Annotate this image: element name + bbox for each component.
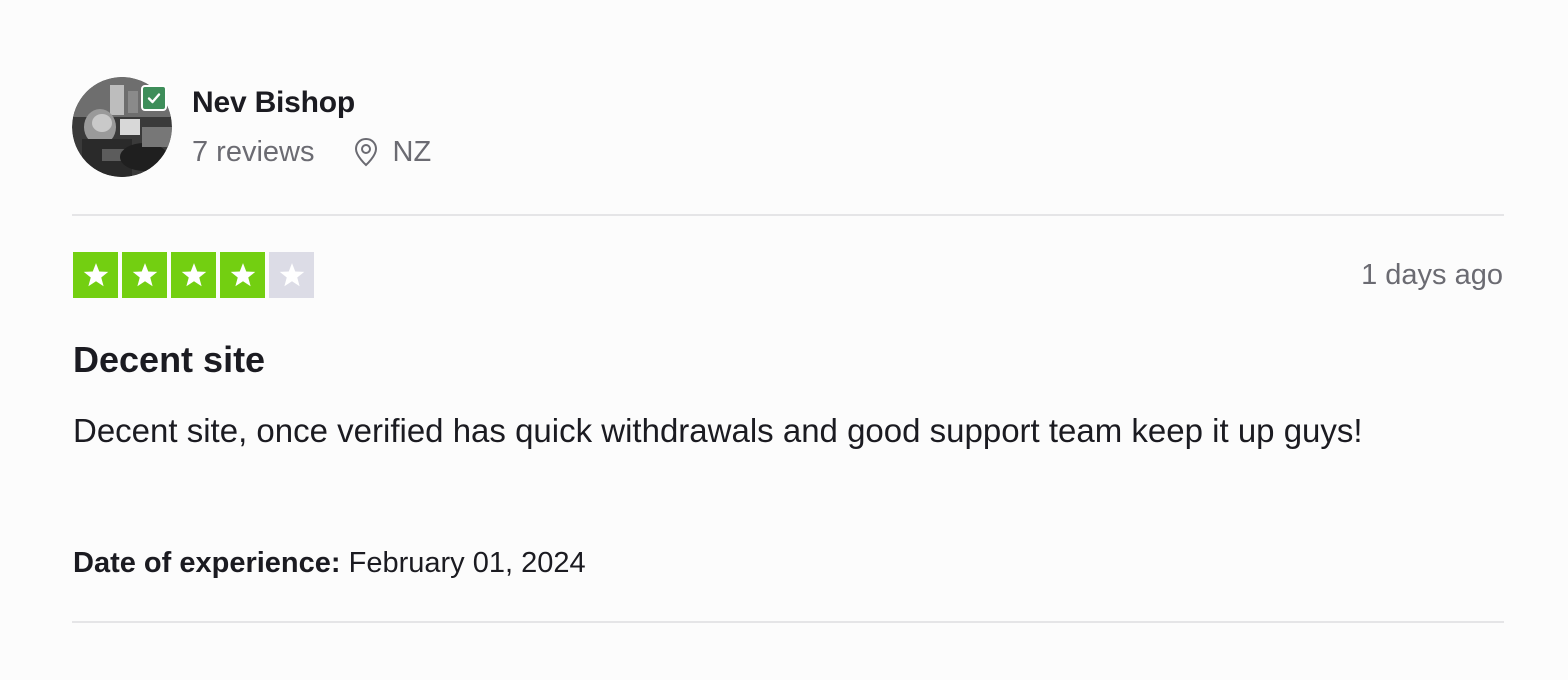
star-icon: [132, 263, 157, 287]
star-rating: [73, 252, 318, 298]
avatar-wrapper[interactable]: [72, 77, 172, 177]
experience-label: Date of experience:: [73, 547, 349, 579]
reviewer-name[interactable]: Nev Bishop: [192, 85, 431, 121]
star-empty: [269, 252, 314, 298]
map-pin-icon: [354, 137, 377, 167]
experience-date: February 01, 2024: [348, 547, 586, 579]
reviewer-header: Nev Bishop 7 reviews NZ: [72, 76, 431, 178]
review-body: Decent site, once verified has quick wit…: [73, 412, 1363, 449]
reviewer-location: NZ: [353, 135, 432, 169]
star-icon: [279, 263, 304, 287]
review-card: Nev Bishop 7 reviews NZ 1 days ago Decen…: [0, 0, 1568, 680]
footer-divider: [72, 621, 1504, 623]
star-icon: [83, 263, 108, 287]
verified-badge: [141, 85, 167, 111]
reviewer-info: Nev Bishop 7 reviews NZ: [192, 85, 431, 169]
review-date: 1 days ago: [1361, 259, 1503, 291]
location-text: NZ: [392, 136, 432, 168]
star-icon: [181, 263, 206, 287]
review-title[interactable]: Decent site: [73, 338, 265, 382]
reviewer-meta: 7 reviews NZ: [192, 135, 431, 169]
star-filled: [73, 252, 118, 298]
star-filled: [171, 252, 216, 298]
star-icon: [230, 263, 255, 287]
star-filled: [122, 252, 167, 298]
reviews-count: 7 reviews: [192, 136, 315, 168]
date-of-experience: Date of experience: February 01, 2024: [73, 544, 586, 582]
header-divider: [72, 214, 1504, 216]
star-filled: [220, 252, 265, 298]
verified-check-icon: [147, 93, 161, 104]
